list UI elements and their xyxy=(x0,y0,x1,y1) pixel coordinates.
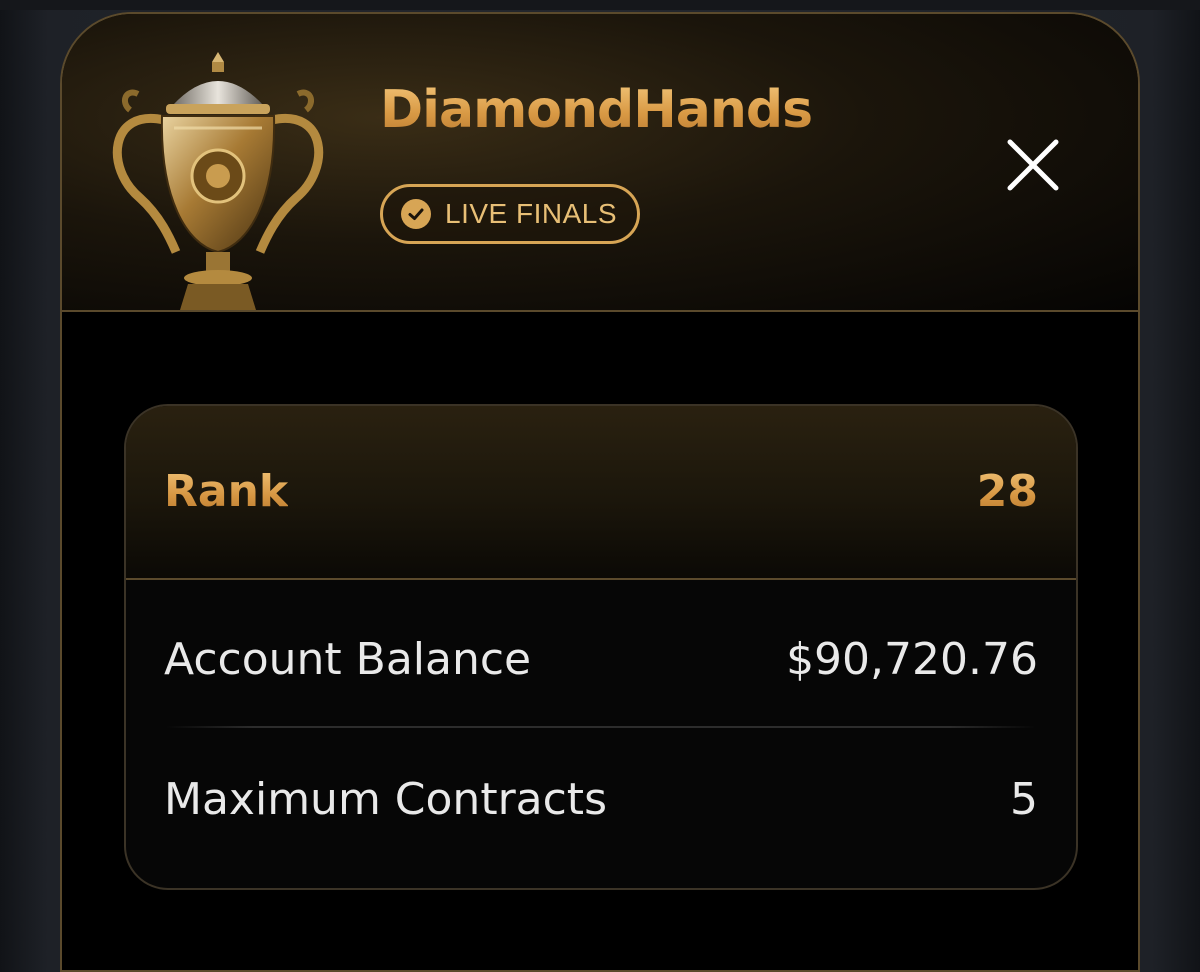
player-modal: DiamondHands LIVE FINALS Rank 28 Account… xyxy=(60,12,1140,972)
check-circle-icon xyxy=(401,199,431,229)
player-name: DiamondHands xyxy=(380,80,813,140)
top-bar xyxy=(0,0,1200,10)
account-balance-value: $90,720.76 xyxy=(786,634,1038,685)
rank-row: Rank 28 xyxy=(126,406,1076,580)
maximum-contracts-label: Maximum Contracts xyxy=(164,774,607,825)
account-balance-label: Account Balance xyxy=(164,634,532,685)
close-icon xyxy=(1007,139,1059,191)
close-button[interactable] xyxy=(1002,134,1064,196)
badge-label: LIVE FINALS xyxy=(445,198,618,229)
modal-header: DiamondHands LIVE FINALS xyxy=(62,14,1138,312)
trophy-icon xyxy=(100,48,336,310)
row-divider xyxy=(166,726,1036,728)
rank-value: 28 xyxy=(976,466,1038,517)
rank-label: Rank xyxy=(164,466,289,517)
maximum-contracts-row: Maximum Contracts 5 xyxy=(126,734,1076,870)
live-finals-badge: LIVE FINALS xyxy=(380,184,641,244)
maximum-contracts-value: 5 xyxy=(1010,774,1038,825)
account-balance-row: Account Balance $90,720.76 xyxy=(126,594,1076,730)
stats-card: Rank 28 Account Balance $90,720.76 Maxim… xyxy=(124,404,1078,890)
